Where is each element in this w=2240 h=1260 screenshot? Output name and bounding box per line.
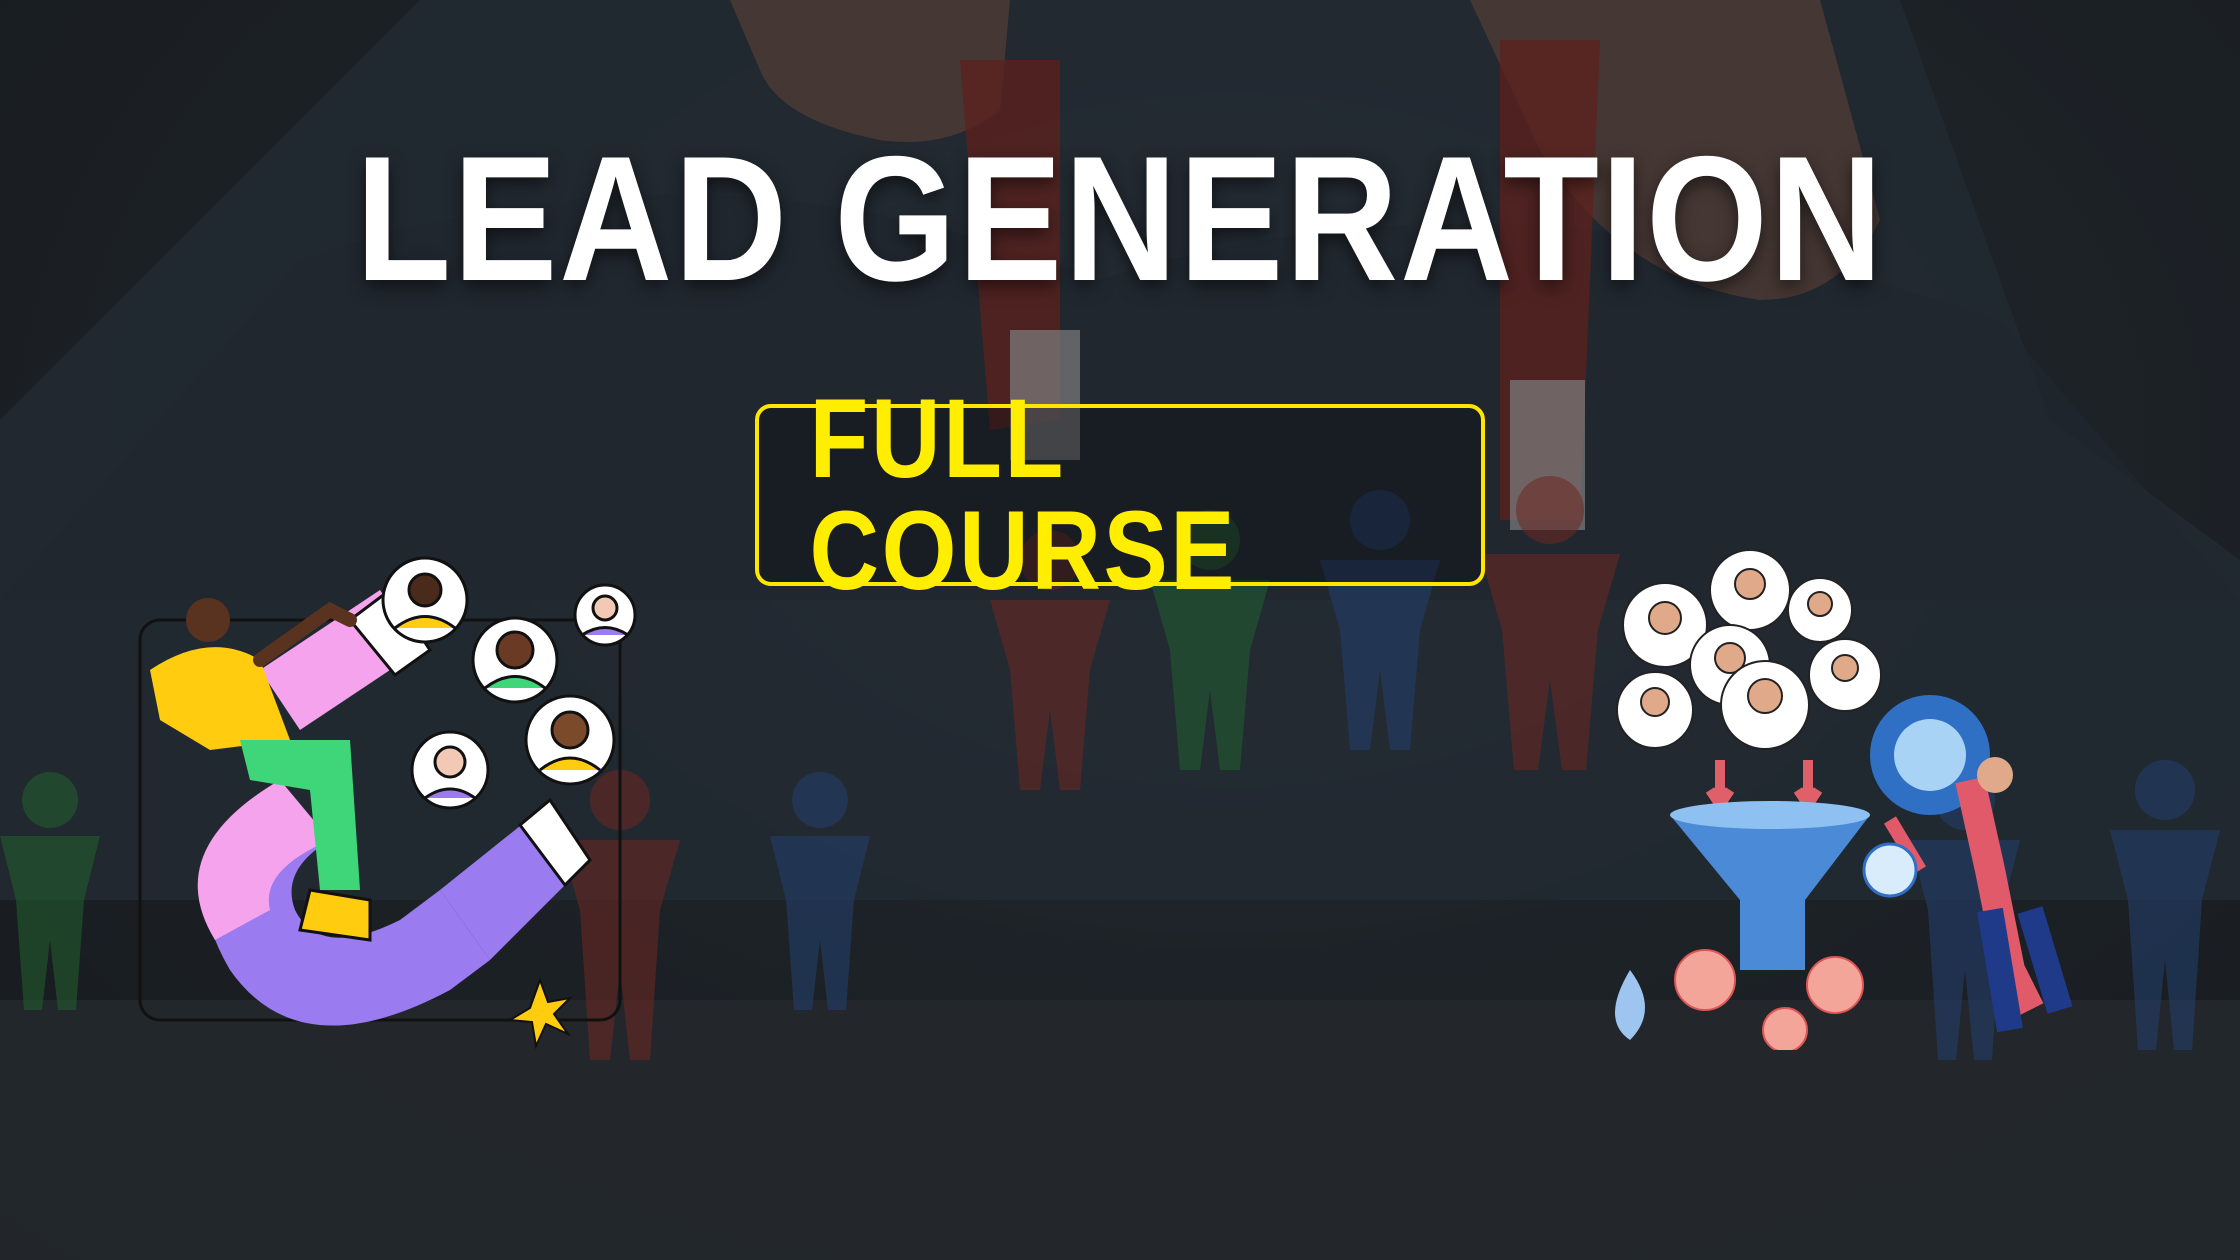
magnet-people-icon xyxy=(138,556,637,1050)
sales-funnel-icon xyxy=(1615,550,2073,1050)
headline-title: LEAD GENERATION xyxy=(355,119,1885,318)
course-badge: FULL COURSE xyxy=(755,383,1485,607)
badge-label: FULL COURSE xyxy=(809,376,1238,613)
thumbnail: LEAD GENERATION FULL COURSE xyxy=(0,0,2240,1260)
